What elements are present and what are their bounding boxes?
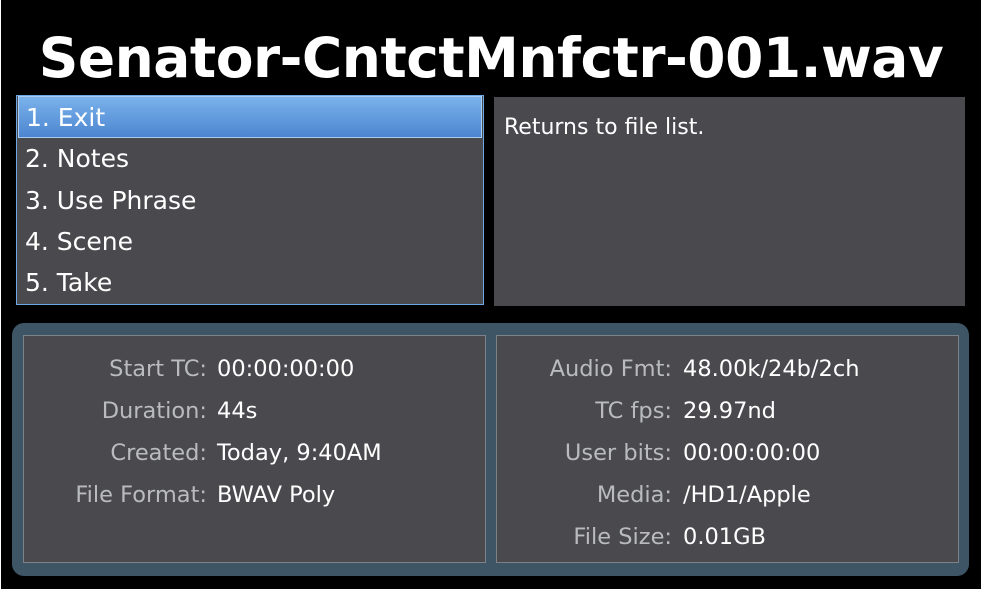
info-value: BWAV Poly — [217, 482, 336, 508]
menu-item-use-phrase[interactable]: 3. Use Phrase — [18, 180, 482, 222]
info-row-tc-fps: TC fps: 29.97nd — [497, 391, 958, 431]
info-value: 00:00:00:00 — [683, 440, 821, 466]
info-row-file-size: File Size: 0.01GB — [497, 517, 958, 557]
item-description-text: Returns to file list. — [504, 115, 705, 140]
info-label: TC fps: — [595, 398, 672, 424]
file-title: Senator-CntctMnfctr-001.wav — [38, 26, 944, 90]
info-value: 0.01GB — [683, 524, 766, 550]
file-info-left-panel: Start TC: 00:00:00:00 Duration: 44s Crea… — [23, 335, 486, 563]
file-info-right-panel: Audio Fmt: 48.00k/24b/2ch TC fps: 29.97n… — [496, 335, 959, 563]
info-value: 44s — [217, 398, 258, 424]
recorder-screen: Senator-CntctMnfctr-001.wav 1. Exit 2. N… — [1, 0, 981, 589]
info-label: File Format: — [75, 482, 207, 508]
info-value: 48.00k/24b/2ch — [683, 356, 860, 382]
info-row-file-format: File Format: BWAV Poly — [24, 475, 485, 515]
menu-item-notes[interactable]: 2. Notes — [18, 138, 482, 180]
info-row-media: Media: /HD1/Apple — [497, 475, 958, 515]
menu-item-take[interactable]: 5. Take — [18, 262, 482, 304]
info-value: Today, 9:40AM — [217, 440, 382, 466]
item-description-panel: Returns to file list. — [494, 97, 965, 306]
info-label: Duration: — [101, 398, 207, 424]
file-info-frame: Start TC: 00:00:00:00 Duration: 44s Crea… — [12, 323, 969, 576]
info-row-created: Created: Today, 9:40AM — [24, 433, 485, 473]
info-label: Created: — [110, 440, 207, 466]
menu-item-exit[interactable]: 1. Exit — [18, 96, 482, 138]
info-row-user-bits: User bits: 00:00:00:00 — [497, 433, 958, 473]
info-label: Audio Fmt: — [549, 356, 672, 382]
info-label: User bits: — [564, 440, 672, 466]
info-label: Media: — [596, 482, 672, 508]
info-value: 00:00:00:00 — [217, 356, 355, 382]
info-row-duration: Duration: 44s — [24, 391, 485, 431]
info-row-audio-fmt: Audio Fmt: 48.00k/24b/2ch — [497, 349, 958, 389]
menu-item-scene[interactable]: 4. Scene — [18, 221, 482, 263]
info-value: 29.97nd — [683, 398, 776, 424]
info-label: File Size: — [573, 524, 672, 550]
info-row-start-tc: Start TC: 00:00:00:00 — [24, 349, 485, 389]
options-menu: 1. Exit 2. Notes 3. Use Phrase 4. Scene … — [16, 95, 484, 305]
info-label: Start TC: — [109, 356, 207, 382]
info-value: /HD1/Apple — [683, 482, 811, 508]
